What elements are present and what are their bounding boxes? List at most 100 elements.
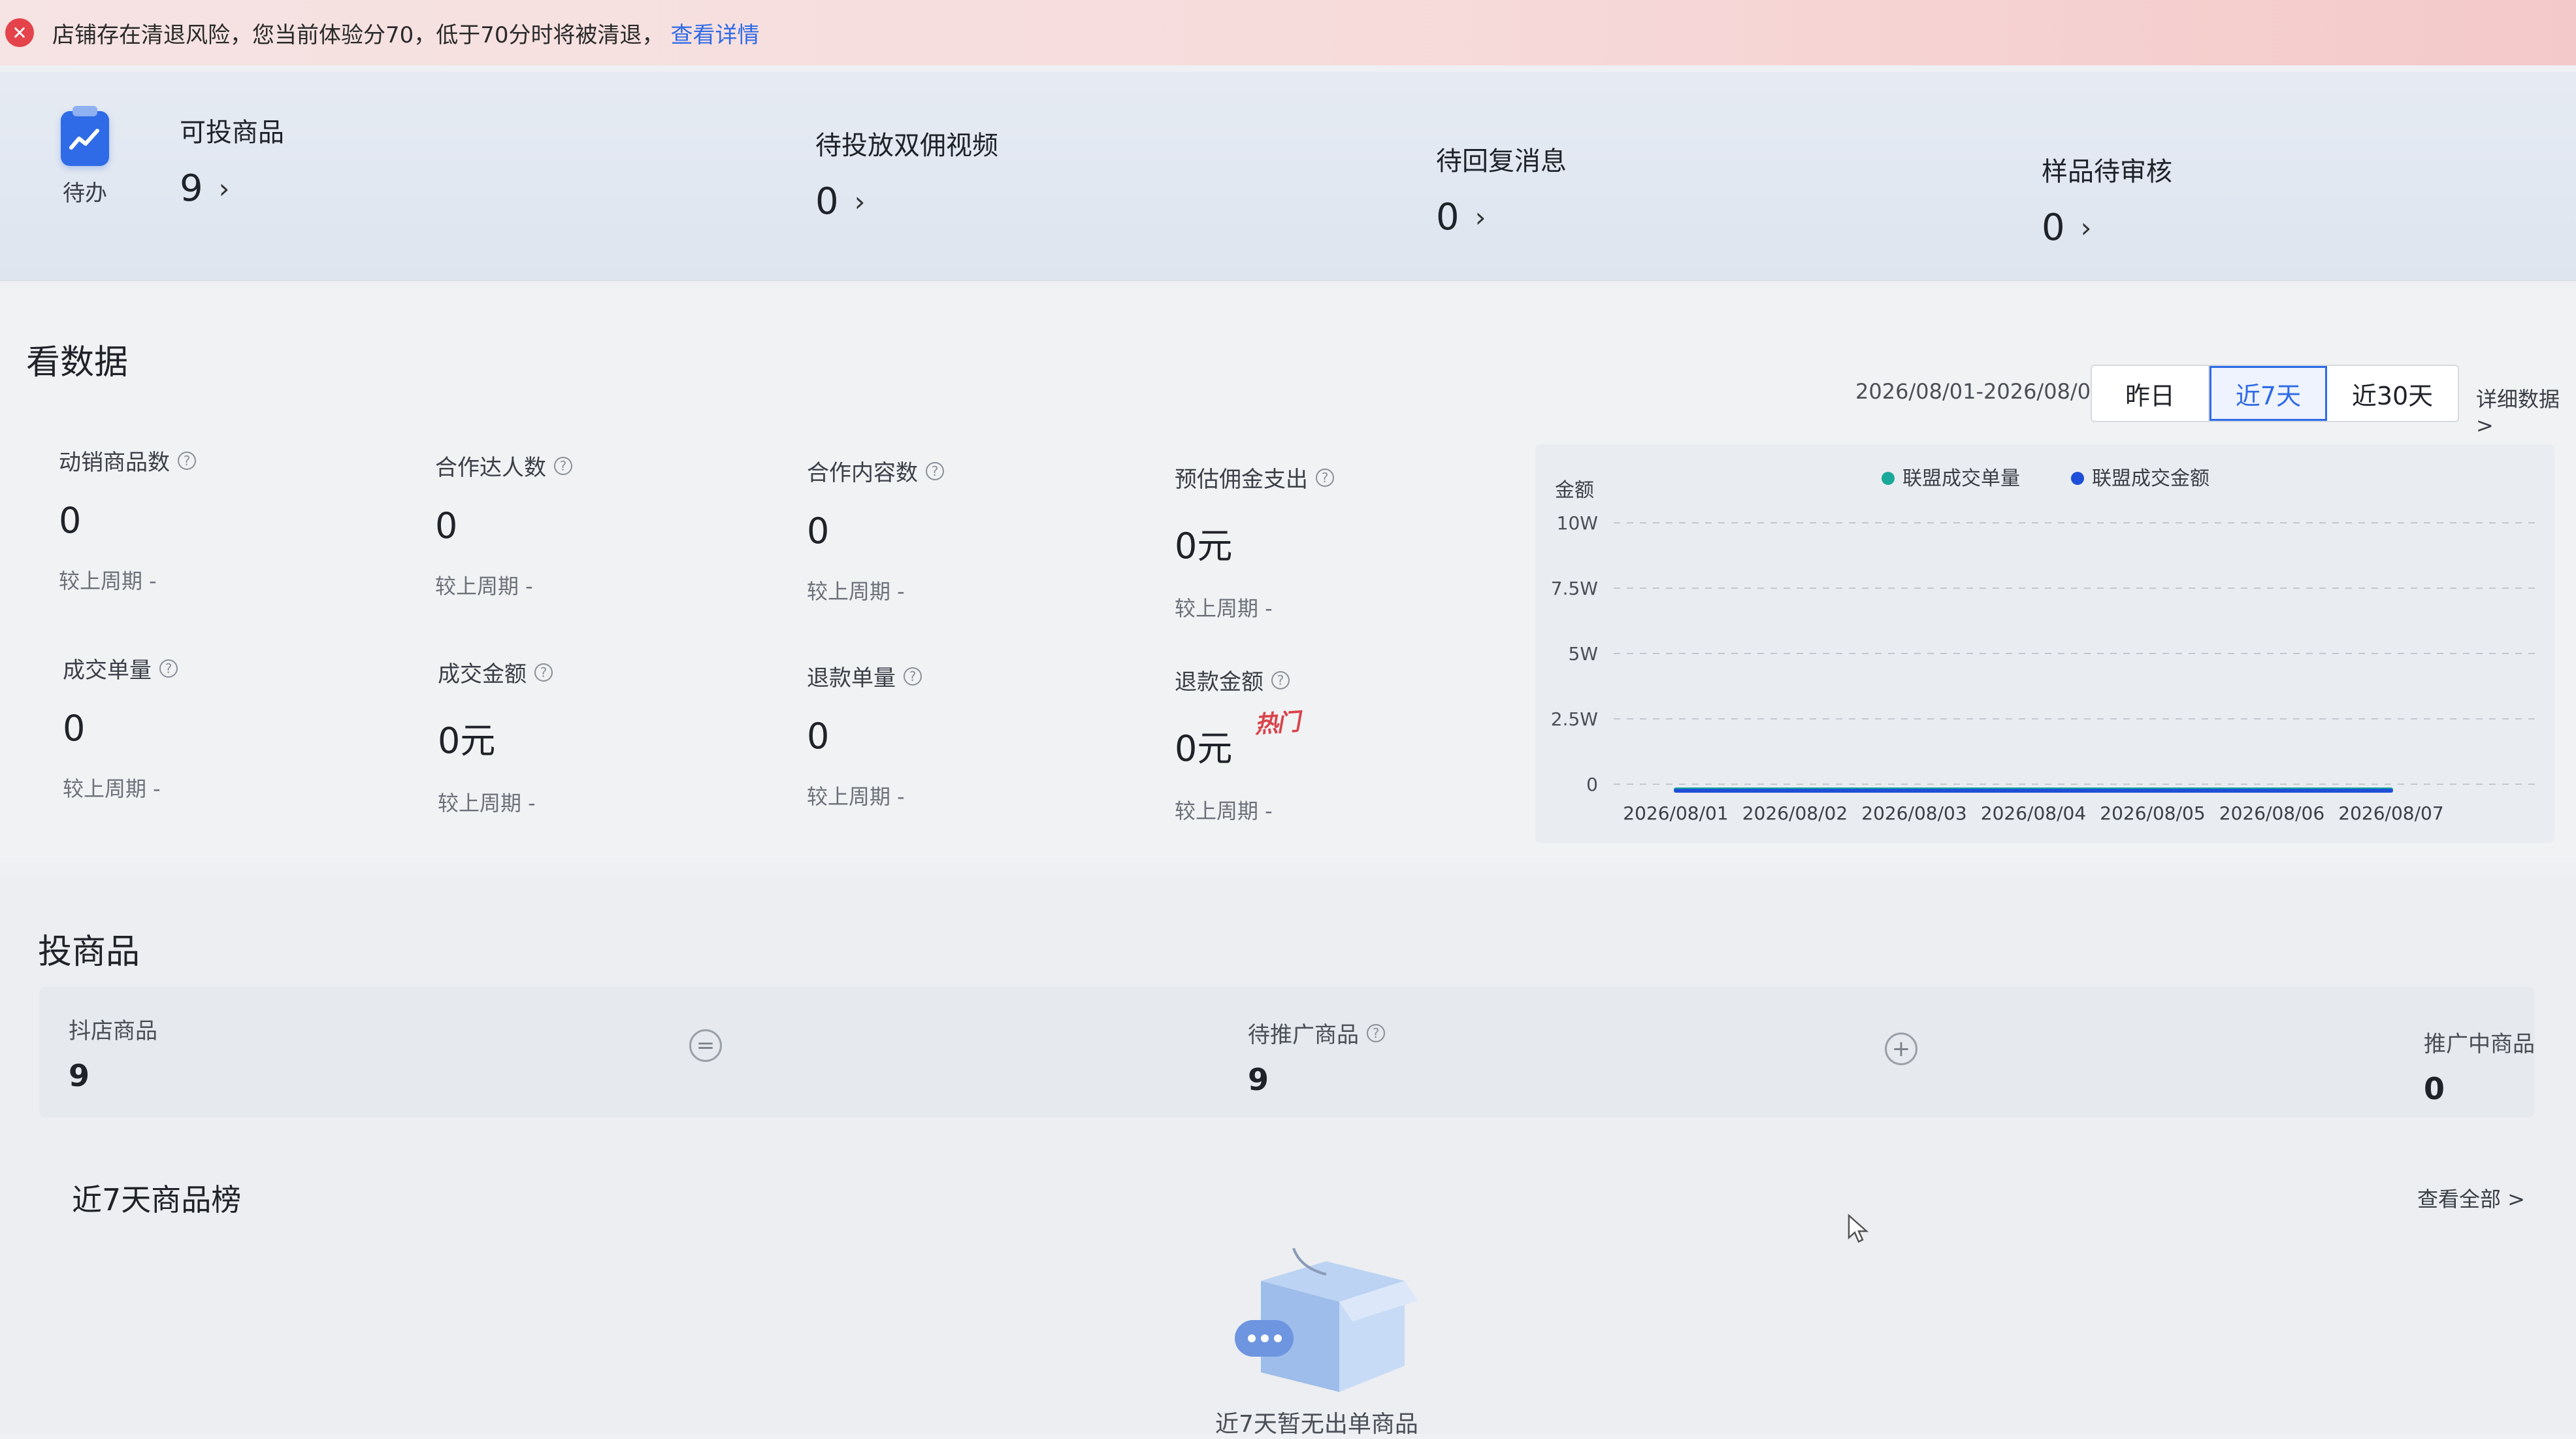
product-stats-row: 抖店商品 9 = 待推广商品? 9 + 推广中商品 0 (39, 987, 2535, 1117)
legend-marker (1882, 472, 1895, 485)
error-icon: ✕ (5, 18, 34, 47)
chevron-right-icon: › (218, 173, 230, 205)
todo-item-pending-videos[interactable]: 待投放双佣视频 0 › (815, 124, 998, 223)
todo-item-value: 0 (1436, 196, 1459, 239)
metric-name: 动销商品数 (59, 450, 170, 476)
trend-chart: 金额 0 2.5W 5W 7.5W 10W 2026/08/01 2026/08/02 2026… (1535, 444, 2554, 843)
date-range: 2026/08/01-2026/08/07 (1855, 379, 2104, 404)
mouse-cursor-icon (1848, 1214, 1869, 1243)
hot-stamp: 热门 (1253, 708, 1300, 739)
risk-warning-banner: ✕ 店铺存在清退风险，您当前体验分70，低于70分时将被清退， 查看详情 (0, 0, 2576, 65)
plus-icon: + (1885, 1033, 1917, 1065)
metric-value: 0 (59, 500, 82, 541)
todo-label: 待办 (63, 180, 107, 207)
metric-compare: 较上周期 - (59, 569, 157, 593)
tab-last-30-days[interactable]: 近30天 (2327, 366, 2458, 421)
period-tabs: 昨日 近7天 近30天 (2091, 365, 2459, 422)
metric-value: 0元 (1175, 728, 1233, 769)
help-icon[interactable]: ? (1316, 468, 1334, 487)
empty-state-text: 近7天暂无出单商品 (1215, 1411, 1418, 1438)
metric-compare: 较上周期 - (1175, 799, 1273, 823)
equals-icon: = (689, 1029, 722, 1062)
metric-value: 0 (435, 505, 458, 546)
x-tick-label: 2026/08/03 (1861, 802, 1966, 824)
metric-compare: 较上周期 - (435, 574, 533, 599)
help-icon[interactable]: ? (554, 456, 572, 475)
metric-compare: 较上周期 - (1175, 596, 1273, 621)
chart-canvas: 金额 0 2.5W 5W 7.5W 10W 2026/08/01 2026/08/02 2026… (1551, 467, 2535, 824)
stat-value: 9 (1248, 1062, 1269, 1097)
metric-value: 0元 (1175, 525, 1233, 567)
section-title: 投商品 (38, 933, 140, 972)
metric-refund-amount: 退款金额? 0元 较上周期 - (1175, 664, 1501, 825)
chevron-right-icon: › (1475, 201, 1486, 233)
metric-name: 合作内容数 (807, 460, 918, 486)
todo-item-value: 0 (815, 180, 839, 223)
chevron-right-icon: › (854, 186, 866, 218)
metric-content-count: 合作内容数? 0 较上周期 - (807, 455, 1133, 605)
stat-label: 推广中商品 (2424, 1031, 2535, 1057)
todo-item-title: 样品待审核 (2042, 157, 2172, 187)
x-tick-label: 2026/08/04 (1981, 802, 2086, 824)
stat-value: 9 (69, 1058, 90, 1093)
metric-name: 成交金额 (438, 661, 527, 687)
x-tick-label: 2026/08/01 (1623, 802, 1728, 824)
stat-label: 抖店商品 (69, 1018, 157, 1044)
metric-refund-orders: 退款单量? 0 较上周期 - (807, 660, 1133, 810)
todo-item-value: 0 (2042, 207, 2065, 249)
metric-commission: 预估佣金支出? 0元 较上周期 - (1175, 461, 1501, 622)
metric-compare: 较上周期 - (63, 776, 161, 801)
metric-compare: 较上周期 - (807, 579, 905, 604)
todo-item-available-products[interactable]: 可投商品 9 › (180, 111, 284, 210)
stat-pending-promotion[interactable]: 待推广商品? 9 (1248, 1017, 1385, 1097)
banner-message: 店铺存在清退风险，您当前体验分70，低于70分时将被清退， (52, 22, 664, 48)
todo-item-title: 待回复消息 (1436, 146, 1567, 176)
help-icon[interactable]: ? (1367, 1023, 1385, 1042)
metric-value: 0元 (438, 720, 496, 761)
help-icon[interactable]: ? (159, 659, 178, 678)
stat-promoting[interactable]: 推广中商品 0 (2424, 1026, 2535, 1106)
y-tick-label: 0 (1586, 774, 1598, 795)
help-icon[interactable]: ? (178, 451, 196, 470)
section-title: 看数据 (26, 343, 129, 382)
clipboard-icon (61, 106, 109, 166)
todo-item-title: 可投商品 (180, 118, 284, 148)
metric-orders: 成交单量? 0 较上周期 - (63, 652, 389, 802)
view-all-link[interactable]: 查看全部 > (2417, 1183, 2525, 1213)
chevron-right-icon: › (2080, 212, 2092, 244)
stat-shop-products[interactable]: 抖店商品 9 (69, 1013, 157, 1093)
y-tick-label: 2.5W (1551, 708, 1598, 730)
metric-partners: 合作达人数? 0 较上周期 - (435, 450, 762, 600)
todo-item-title: 待投放双佣视频 (815, 131, 998, 161)
todo-item-sample-review[interactable]: 样品待审核 0 › (2042, 150, 2172, 249)
y-tick-label: 5W (1569, 643, 1599, 665)
help-icon[interactable]: ? (534, 663, 553, 682)
metric-name: 预估佣金支出 (1175, 467, 1308, 493)
x-tick-label: 2026/08/02 (1742, 802, 1848, 824)
tab-yesterday[interactable]: 昨日 (2092, 366, 2209, 421)
metric-compare: 较上周期 - (807, 784, 905, 809)
legend-label: 联盟成交金额 (2092, 467, 2209, 490)
todo-card: 待办 可投商品 9 › 待投放双佣视频 0 › 待回复消息 0 › 样品待审核 0 › (0, 72, 2576, 281)
help-icon[interactable]: ? (1271, 670, 1290, 689)
metric-value: 0 (63, 708, 86, 749)
x-tick-label: 2026/08/07 (2338, 802, 2443, 824)
view-details-link[interactable]: 查看详情 (671, 17, 760, 49)
metric-name: 退款金额 (1175, 669, 1264, 695)
todo-item-value: 9 (180, 167, 203, 210)
todo-item-pending-messages[interactable]: 待回复消息 0 › (1436, 140, 1567, 239)
detail-data-link[interactable]: 详细数据 > (2476, 383, 2576, 438)
metric-name: 合作达人数 (435, 455, 546, 481)
y-tick-label: 10W (1557, 512, 1598, 534)
empty-box-icon (1235, 1248, 1418, 1392)
y-axis-label: 金额 (1555, 479, 1594, 502)
metric-active-products: 动销商品数? 0 较上周期 - (59, 444, 385, 595)
stat-label: 待推广商品 (1248, 1022, 1359, 1048)
legend-label: 联盟成交单量 (1902, 467, 2020, 490)
help-icon[interactable]: ? (926, 461, 944, 480)
metric-compare: 较上周期 - (438, 791, 536, 816)
tab-last-7-days[interactable]: 近7天 (2209, 366, 2327, 421)
metric-gmv: 成交金额? 0元 较上周期 - (438, 656, 764, 817)
help-icon[interactable]: ? (904, 667, 922, 686)
ranking-title: 近7天商品榜 (72, 1182, 242, 1217)
